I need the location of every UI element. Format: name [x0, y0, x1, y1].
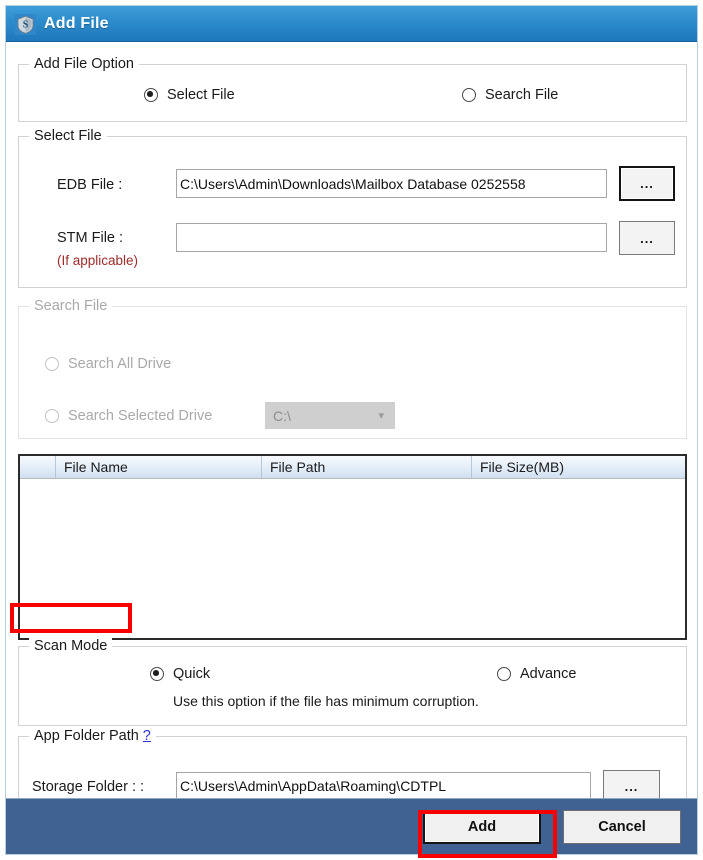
file-list-col-file-size[interactable]: File Size(MB) [472, 456, 685, 478]
dialog-titlebar: S Add File [6, 6, 697, 42]
scan-mode-group: Scan Mode Quick Advance Use this option … [18, 638, 687, 726]
file-list-col-file-path[interactable]: File Path [262, 456, 472, 478]
drive-select[interactable]: C:\ ▾ [265, 402, 395, 429]
radio-advance[interactable]: Advance [497, 666, 576, 682]
radio-quick-indicator[interactable] [150, 667, 164, 681]
radio-select-file-indicator[interactable] [144, 88, 158, 102]
select-file-legend: Select File [29, 128, 107, 144]
svg-text:S: S [23, 19, 29, 30]
radio-search-selected-drive-indicator[interactable] [45, 409, 59, 423]
add-file-dialog: S Add File Add File Option Select File S… [5, 5, 698, 855]
radio-search-all-drive-indicator[interactable] [45, 357, 59, 371]
add-button[interactable]: Add [423, 809, 541, 844]
drive-select-value: C:\ [273, 407, 291, 424]
edb-file-label: EDB File : [57, 177, 123, 193]
radio-search-selected-drive-label: Search Selected Drive [68, 408, 213, 424]
scan-mode-legend: Scan Mode [29, 638, 113, 654]
storage-folder-label: Storage Folder : : [32, 779, 145, 795]
chevron-down-icon: ▾ [378, 409, 384, 422]
radio-search-file-label: Search File [485, 87, 559, 103]
shield-app-icon: S [15, 13, 36, 35]
radio-select-file-label: Select File [167, 87, 235, 103]
cancel-button[interactable]: Cancel [563, 809, 681, 844]
dialog-title: Add File [44, 15, 109, 32]
storage-folder-input[interactable] [176, 772, 591, 800]
select-file-group: Select File EDB File : ... STM File : (I… [18, 128, 687, 288]
radio-search-file[interactable]: Search File [462, 87, 558, 103]
search-file-group: Search File Search All Drive Search Sele… [18, 298, 687, 439]
stm-file-input[interactable] [176, 223, 607, 252]
screenshot-root: S Add File Add File Option Select File S… [0, 0, 703, 860]
radio-quick[interactable]: Quick [150, 666, 210, 682]
radio-search-selected-drive[interactable]: Search Selected Drive [45, 408, 212, 424]
radio-advance-label: Advance [520, 666, 577, 682]
edb-file-input[interactable] [176, 169, 607, 198]
app-folder-path-legend: App Folder Path? [29, 728, 156, 744]
file-list-col-file-name[interactable]: File Name [56, 456, 262, 478]
edb-browse-button[interactable]: ... [619, 166, 675, 201]
add-file-option-legend: Add File Option [29, 56, 139, 72]
stm-file-label: STM File : [57, 230, 124, 246]
help-link[interactable]: ? [143, 728, 151, 744]
stm-file-sublabel: (If applicable) [57, 253, 139, 268]
radio-search-all-drive[interactable]: Search All Drive [45, 356, 171, 372]
radio-quick-label: Quick [173, 666, 211, 682]
file-list[interactable]: File Name File Path File Size(MB) [18, 454, 687, 640]
radio-select-file[interactable]: Select File [144, 87, 235, 103]
app-folder-path-legend-text: App Folder Path [34, 728, 139, 744]
radio-advance-indicator[interactable] [497, 667, 511, 681]
search-file-legend: Search File [29, 298, 113, 314]
add-file-option-group: Add File Option Select File Search File [18, 56, 687, 122]
file-list-col-select[interactable] [20, 456, 56, 478]
file-list-body[interactable] [20, 479, 685, 638]
dialog-body: Add File Option Select File Search File … [6, 42, 697, 820]
radio-search-file-indicator[interactable] [462, 88, 476, 102]
scan-mode-hint: Use this option if the file has minimum … [173, 693, 479, 709]
radio-search-all-drive-label: Search All Drive [68, 356, 172, 372]
dialog-footer: Add Cancel [6, 798, 697, 854]
file-list-header: File Name File Path File Size(MB) [20, 456, 685, 479]
stm-browse-button[interactable]: ... [619, 221, 675, 255]
